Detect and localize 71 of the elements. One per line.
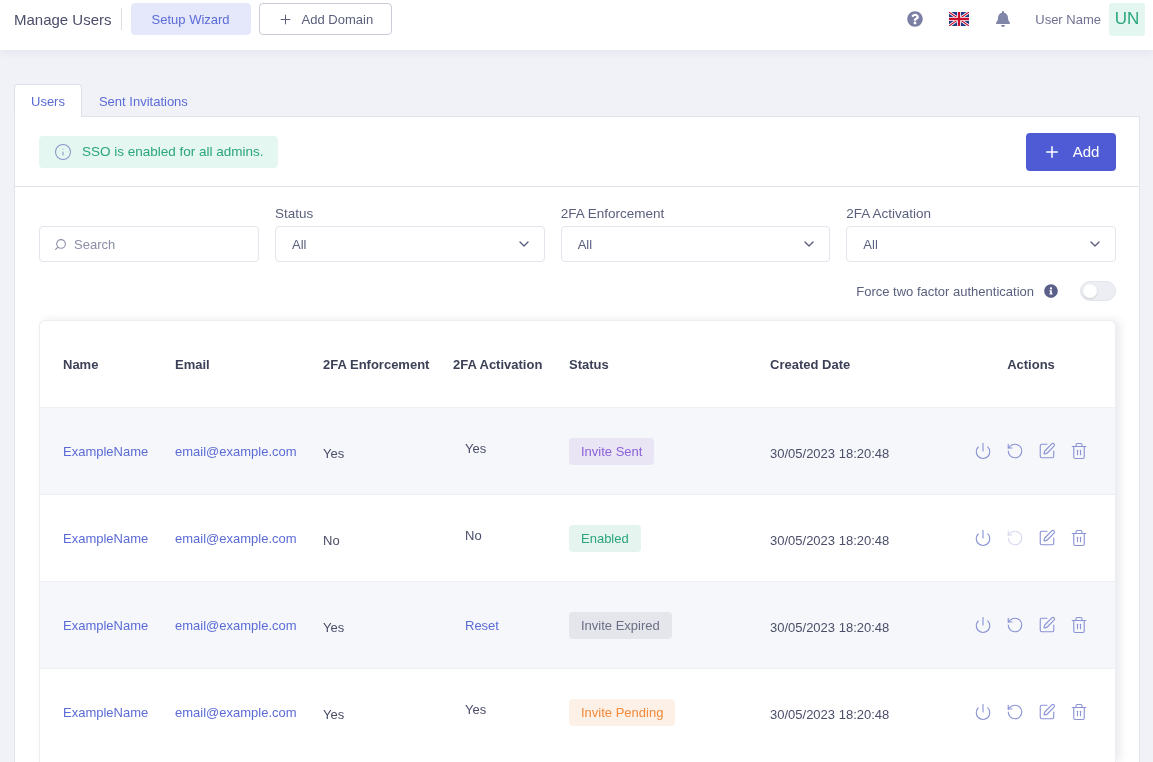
table-cell: Yes bbox=[323, 445, 345, 461]
wizard-button[interactable]: Setup Wizard bbox=[130, 3, 251, 35]
email-link[interactable]: email@example.com bbox=[175, 617, 297, 633]
power-icon[interactable] bbox=[974, 442, 992, 460]
name-link[interactable]: ExampleName bbox=[63, 617, 149, 633]
search-field[interactable]: Search bbox=[39, 226, 259, 262]
info-icon[interactable] bbox=[1044, 284, 1058, 298]
table-cell: No bbox=[465, 527, 482, 543]
edit-icon[interactable] bbox=[1038, 616, 1056, 634]
power-icon[interactable] bbox=[974, 529, 992, 547]
table-cell: Yes bbox=[465, 440, 487, 456]
alert-text: SSO is enabled for all admins. bbox=[82, 144, 264, 159]
filter-select[interactable]: All bbox=[560, 226, 831, 262]
plus-icon bbox=[277, 11, 293, 27]
column-header: Name bbox=[63, 356, 99, 372]
filter-label: 2FA Activation bbox=[846, 206, 933, 221]
help-icon[interactable] bbox=[907, 11, 924, 27]
info-icon bbox=[54, 142, 72, 161]
table-cell: Yes bbox=[323, 619, 345, 635]
filter-select[interactable]: All bbox=[275, 226, 545, 262]
column-header: Status bbox=[569, 356, 609, 372]
status-badge: Invite Expired bbox=[569, 611, 672, 639]
name-link[interactable]: ExampleName bbox=[63, 704, 149, 720]
trash-icon[interactable] bbox=[1070, 442, 1088, 460]
name-link[interactable]: ExampleName bbox=[63, 443, 149, 459]
status-badge: Invite Pending bbox=[569, 698, 676, 726]
force-2fa-toggle[interactable] bbox=[1080, 281, 1116, 301]
circular-arrow-icon[interactable] bbox=[1006, 616, 1024, 634]
column-header: Actions bbox=[1007, 356, 1055, 372]
trash-icon[interactable] bbox=[1070, 703, 1088, 721]
page-title: Manage Users bbox=[14, 10, 112, 28]
user-name[interactable]: User Name bbox=[1035, 11, 1101, 27]
column-header: Email bbox=[175, 356, 210, 372]
table-cell: Yes bbox=[465, 701, 487, 717]
power-icon[interactable] bbox=[974, 616, 992, 634]
tab[interactable]: Sent Invitations bbox=[81, 84, 205, 117]
column-header: Created Date bbox=[770, 356, 851, 372]
tab[interactable]: Users bbox=[14, 84, 82, 117]
column-header: 2FA Activation bbox=[453, 356, 543, 372]
table-cell: No bbox=[323, 532, 340, 548]
trash-icon[interactable] bbox=[1070, 529, 1088, 547]
edit-icon[interactable] bbox=[1038, 529, 1056, 547]
user-avatar[interactable]: UN bbox=[1109, 2, 1145, 36]
table-cell: 30/05/2023 18:20:48 bbox=[770, 532, 890, 548]
add-domain-button[interactable]: Add Domain bbox=[258, 3, 393, 35]
status-badge: Invite Sent bbox=[569, 437, 655, 465]
circular-arrow-icon[interactable] bbox=[1006, 442, 1024, 460]
trash-icon[interactable] bbox=[1070, 616, 1088, 634]
table-cell: 30/05/2023 18:20:48 bbox=[770, 706, 890, 722]
circular-arrow-icon[interactable] bbox=[1006, 703, 1024, 721]
power-icon[interactable] bbox=[974, 703, 992, 721]
force-2fa-label: Force two factor authentication bbox=[856, 283, 1034, 299]
bell-icon[interactable] bbox=[995, 11, 1012, 27]
edit-icon[interactable] bbox=[1038, 703, 1056, 721]
edit-icon[interactable] bbox=[1038, 442, 1056, 460]
filter-label: Status bbox=[275, 206, 315, 221]
status-badge: Enabled bbox=[569, 524, 641, 552]
table-cell: 30/05/2023 18:20:48 bbox=[770, 445, 890, 461]
flag-icon[interactable] bbox=[949, 12, 970, 26]
email-link[interactable]: email@example.com bbox=[175, 704, 297, 720]
column-header: 2FA Enforcement bbox=[323, 356, 430, 372]
table-cell: Yes bbox=[323, 706, 345, 722]
add-button[interactable]: Add bbox=[1026, 132, 1116, 171]
search-icon bbox=[54, 238, 67, 251]
filter-label: 2FA Enforcement bbox=[560, 206, 666, 221]
filter-select[interactable]: All bbox=[846, 226, 1116, 262]
email-link[interactable]: email@example.com bbox=[175, 530, 297, 546]
name-link[interactable]: ExampleName bbox=[63, 530, 149, 546]
table-cell: 30/05/2023 18:20:48 bbox=[770, 619, 890, 635]
email-link[interactable]: email@example.com bbox=[175, 443, 297, 459]
reset-link[interactable]: Reset bbox=[465, 617, 499, 633]
